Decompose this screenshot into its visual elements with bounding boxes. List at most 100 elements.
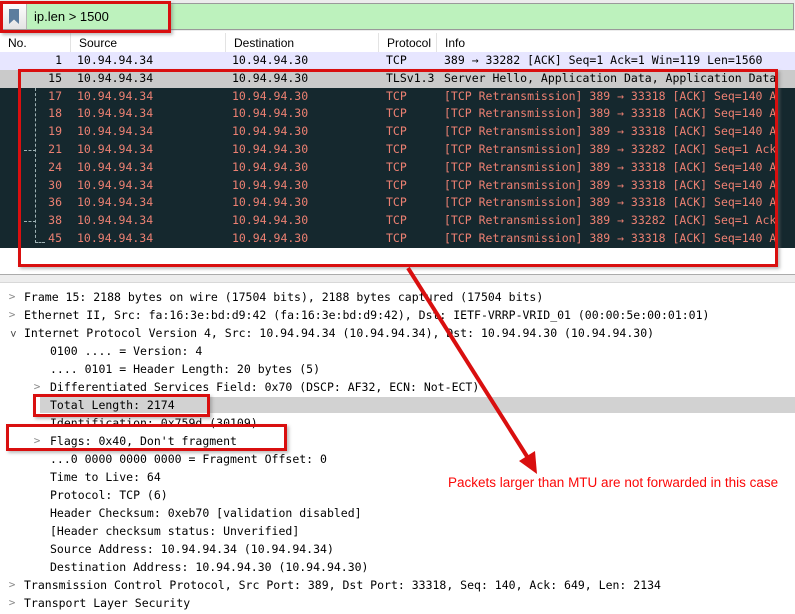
packet-source: 10.94.94.34 — [77, 106, 154, 121]
detail-text: 0100 .... = Version: 4 — [50, 344, 203, 358]
detail-line[interactable]: > Transport Layer Security — [0, 594, 795, 612]
detail-line[interactable]: ...0 0000 0000 0000 = Fragment Offset: 0 — [0, 450, 795, 468]
packet-source: 10.94.94.34 — [77, 159, 154, 174]
packet-info: [TCP Retransmission] 389 → 33282 [ACK] S… — [444, 213, 777, 228]
packet-row[interactable]: 30 10.94.94.34 10.94.94.30 TCP [TCP Retr… — [0, 176, 795, 195]
packet-destination: 10.94.94.30 — [232, 124, 309, 139]
packet-row[interactable]: 17 10.94.94.34 10.94.94.30 TCP [TCP Retr… — [0, 87, 795, 106]
packet-source: 10.94.94.34 — [77, 230, 154, 245]
detail-text: Transport Layer Security — [24, 596, 191, 610]
detail-line[interactable]: > Internet Protocol Version 4, Src: 10.9… — [0, 324, 795, 342]
detail-line[interactable]: Time to Live: 64 — [0, 468, 795, 486]
expander-chevron-icon[interactable]: > — [7, 288, 17, 306]
detail-text: Transmission Control Protocol, Src Port:… — [24, 578, 661, 592]
display-filter-input[interactable]: ip.len > 1500 — [1, 3, 794, 30]
packet-source: 10.94.94.34 — [77, 88, 154, 103]
detail-text: Source Address: 10.94.94.34 (10.94.94.34… — [50, 542, 334, 556]
detail-line[interactable]: [Header checksum status: Unverified] — [0, 522, 795, 540]
detail-text: Header Checksum: 0xeb70 [validation disa… — [50, 506, 362, 520]
packet-list-header: No. Source Destination Protocol Info — [0, 33, 795, 53]
detail-line[interactable]: > Frame 15: 2188 bytes on wire (17504 bi… — [0, 288, 795, 306]
detail-text: Time to Live: 64 — [50, 470, 161, 484]
packet-row[interactable]: 45 10.94.94.34 10.94.94.30 TCP [TCP Retr… — [0, 229, 795, 248]
packet-protocol: TCP — [386, 88, 407, 103]
detail-line[interactable]: > Transmission Control Protocol, Src Por… — [0, 576, 795, 594]
detail-line[interactable]: > Differentiated Services Field: 0x70 (D… — [0, 378, 795, 396]
packet-info: [TCP Retransmission] 389 → 33318 [ACK] S… — [444, 195, 777, 210]
detail-text: Ethernet II, Src: fa:16:3e:bd:d9:42 (fa:… — [24, 308, 710, 322]
detail-line[interactable]: Destination Address: 10.94.94.30 (10.94.… — [0, 558, 795, 576]
packet-protocol: TCP — [386, 159, 407, 174]
detail-text: [Header checksum status: Unverified] — [50, 524, 300, 538]
packet-source: 10.94.94.34 — [77, 70, 154, 85]
detail-line[interactable]: .... 0101 = Header Length: 20 bytes (5) — [0, 360, 795, 378]
packet-info: [TCP Retransmission] 389 → 33318 [ACK] S… — [444, 159, 777, 174]
expander-chevron-icon[interactable]: > — [7, 576, 17, 594]
packet-row[interactable]: 19 10.94.94.34 10.94.94.30 TCP [TCP Retr… — [0, 123, 795, 141]
display-filter-bar: ip.len > 1500 — [0, 0, 795, 31]
detail-line[interactable]: > Ethernet II, Src: fa:16:3e:bd:d9:42 (f… — [0, 306, 795, 324]
detail-line[interactable]: Source Address: 10.94.94.34 (10.94.94.34… — [0, 540, 795, 558]
packet-row[interactable]: 24 10.94.94.34 10.94.94.30 TCP [TCP Retr… — [0, 158, 795, 177]
detail-text: Identification: 0x759d (30109) — [50, 416, 258, 430]
column-header-protocol[interactable]: Protocol — [378, 33, 436, 52]
packet-no: 38 — [48, 213, 62, 228]
detail-text: Flags: 0x40, Don't fragment — [50, 434, 237, 448]
detail-text: Frame 15: 2188 bytes on wire (17504 bits… — [24, 290, 544, 304]
packet-row[interactable]: 21 10.94.94.34 10.94.94.30 TCP [TCP Retr… — [0, 140, 795, 159]
column-header-source[interactable]: Source — [70, 33, 225, 52]
column-header-no[interactable]: No. — [0, 33, 70, 52]
detail-line[interactable]: > Flags: 0x40, Don't fragment — [0, 432, 795, 450]
packet-protocol: TCP — [386, 53, 407, 67]
column-header-info[interactable]: Info — [436, 33, 795, 52]
expander-chevron-icon[interactable]: > — [7, 594, 17, 612]
expander-chevron-icon[interactable]: > — [4, 329, 22, 339]
detail-line[interactable]: Identification: 0x759d (30109) — [0, 414, 795, 432]
packet-no: 30 — [48, 177, 62, 192]
splitter-groove-icon — [0, 274, 795, 283]
packet-no: 18 — [48, 106, 62, 121]
packet-row[interactable]: 36 10.94.94.34 10.94.94.30 TCP [TCP Retr… — [0, 194, 795, 213]
packet-row[interactable]: 1 10.94.94.34 10.94.94.30 TCP 389 → 3328… — [0, 52, 795, 70]
packet-info: Server Hello, Application Data, Applicat… — [444, 70, 777, 85]
packet-destination: 10.94.94.30 — [232, 88, 309, 103]
packet-row[interactable]: 38 10.94.94.34 10.94.94.30 TCP [TCP Retr… — [0, 212, 795, 230]
pane-splitter[interactable] — [0, 250, 795, 288]
column-header-destination[interactable]: Destination — [225, 33, 378, 52]
packet-info: [TCP Retransmission] 389 → 33318 [ACK] S… — [444, 106, 777, 121]
detail-line[interactable]: 0100 .... = Version: 4 — [0, 342, 795, 360]
filter-bookmark-button[interactable] — [2, 4, 27, 29]
detail-text: Differentiated Services Field: 0x70 (DSC… — [50, 380, 480, 394]
expander-chevron-icon[interactable]: > — [7, 306, 17, 324]
packet-destination: 10.94.94.30 — [232, 159, 309, 174]
packet-no: 21 — [48, 141, 62, 156]
filter-expression-text[interactable]: ip.len > 1500 — [34, 9, 109, 24]
detail-line[interactable]: Total Length: 2174 — [0, 396, 795, 414]
packet-no: 36 — [48, 195, 62, 210]
packet-destination: 10.94.94.30 — [232, 230, 309, 245]
expander-chevron-icon[interactable]: > — [32, 378, 42, 396]
expander-chevron-icon[interactable]: > — [32, 432, 42, 450]
packet-no: 45 — [48, 230, 62, 245]
packet-destination: 10.94.94.30 — [232, 106, 309, 121]
packet-protocol: TLSv1.3 — [386, 70, 435, 85]
packet-destination: 10.94.94.30 — [232, 141, 309, 156]
detail-text: ...0 0000 0000 0000 = Fragment Offset: 0 — [50, 452, 327, 466]
detail-line[interactable]: Header Checksum: 0xeb70 [validation disa… — [0, 504, 795, 522]
packet-row[interactable]: 15 10.94.94.34 10.94.94.30 TLSv1.3 Serve… — [0, 69, 795, 88]
packet-protocol: TCP — [386, 106, 407, 121]
detail-text: Total Length: 2174 — [50, 398, 175, 412]
packet-no: 24 — [48, 159, 62, 174]
detail-line[interactable]: Protocol: TCP (6) — [0, 486, 795, 504]
packet-destination: 10.94.94.30 — [232, 53, 309, 67]
packet-source: 10.94.94.34 — [77, 177, 154, 192]
packet-list-body: 1 10.94.94.34 10.94.94.30 TCP 389 → 3328… — [0, 52, 795, 248]
packet-no: 19 — [48, 124, 62, 139]
packet-protocol: TCP — [386, 141, 407, 156]
detail-text: Internet Protocol Version 4, Src: 10.94.… — [24, 326, 655, 340]
packet-row[interactable]: 18 10.94.94.34 10.94.94.30 TCP [TCP Retr… — [0, 105, 795, 124]
detail-text: Destination Address: 10.94.94.30 (10.94.… — [50, 560, 369, 574]
packet-no: 17 — [48, 88, 62, 103]
packet-source: 10.94.94.34 — [77, 141, 154, 156]
packet-source: 10.94.94.34 — [77, 195, 154, 210]
